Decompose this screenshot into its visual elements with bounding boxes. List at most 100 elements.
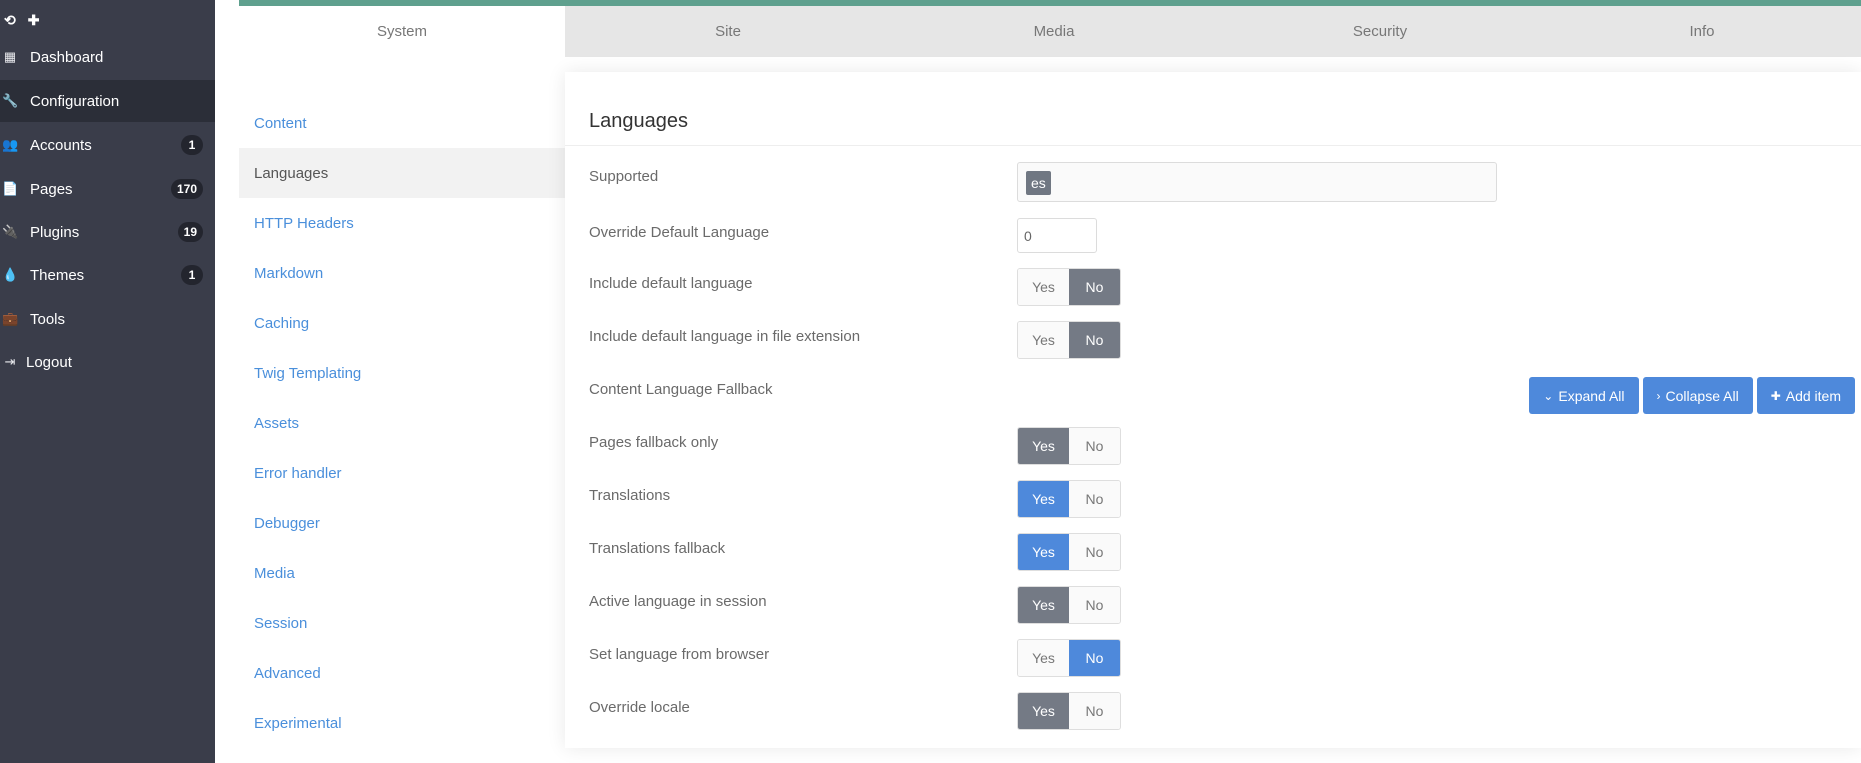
refresh-icon[interactable]: ⟲ <box>4 13 16 27</box>
count-badge: 1 <box>181 135 203 155</box>
sidebar-item-logout[interactable]: ⇥ Logout <box>0 341 215 383</box>
sidebar-item-label: Dashboard <box>30 48 104 66</box>
toggle-no[interactable]: No <box>1069 428 1120 464</box>
section-nav-media[interactable]: Media <box>239 548 565 598</box>
briefcase-icon: 💼 <box>2 311 19 326</box>
toggle-no[interactable]: No <box>1069 640 1120 676</box>
toggle-no[interactable]: No <box>1069 587 1120 623</box>
override-locale-toggle: Yes No <box>1017 692 1121 730</box>
section-nav-advanced[interactable]: Advanced <box>239 648 565 698</box>
sidebar-item-pages[interactable]: 📄 Pages 170 <box>0 168 215 210</box>
toggle-yes[interactable]: Yes <box>1018 534 1069 570</box>
sidebar-item-label: Themes <box>30 266 85 284</box>
sidebar-item-label: Configuration <box>30 92 120 110</box>
plug-icon: 🔌 <box>2 224 19 239</box>
sidebar-item-accounts[interactable]: 👥 Accounts 1 <box>0 124 215 166</box>
section-nav-content[interactable]: Content <box>239 98 565 148</box>
section-nav-error-handler[interactable]: Error handler <box>239 448 565 498</box>
toggle-yes[interactable]: Yes <box>1018 481 1069 517</box>
active-language-in-session-label: Active language in session <box>589 593 767 610</box>
count-badge: 19 <box>177 222 203 242</box>
tab-security[interactable]: Security <box>1217 6 1543 57</box>
toggle-yes[interactable]: Yes <box>1018 428 1069 464</box>
section-nav-experimental[interactable]: Experimental <box>239 698 565 748</box>
section-nav-twig-templating[interactable]: Twig Templating <box>239 348 565 398</box>
add-item-button[interactable]: ✚ Add item <box>1756 377 1855 414</box>
set-language-from-browser-toggle: Yes No <box>1017 639 1121 677</box>
sidebar-item-dashboard[interactable]: ▦ Dashboard <box>0 36 215 78</box>
count-badge: 1 <box>181 265 203 285</box>
pages-fallback-only-toggle: Yes No <box>1017 427 1121 465</box>
divider <box>565 145 1861 146</box>
supported-languages-input[interactable]: es <box>1017 162 1497 202</box>
grid-icon: ▦ <box>3 49 17 64</box>
toggle-no[interactable]: No <box>1069 693 1120 729</box>
tab-media[interactable]: Media <box>891 6 1217 57</box>
content-language-fallback-label: Content Language Fallback <box>589 381 773 398</box>
pages-fallback-only-label: Pages fallback only <box>589 434 719 451</box>
translations-fallback-toggle: Yes No <box>1017 533 1121 571</box>
active-language-in-session-toggle: Yes No <box>1017 586 1121 624</box>
sidebar-item-themes[interactable]: 💧 Themes 1 <box>0 254 215 296</box>
chevron-circle-right-icon: › <box>1656 388 1661 403</box>
sidebar-item-tools[interactable]: 💼 Tools <box>0 298 215 340</box>
section-nav: Content Languages HTTP Headers Markdown … <box>239 0 565 763</box>
sidebar: ⟲ ✚ ▦ Dashboard 🔧 Configuration 👥 Accoun… <box>0 0 215 763</box>
override-locale-label: Override locale <box>589 699 690 716</box>
translations-toggle: Yes No <box>1017 480 1121 518</box>
users-icon: 👥 <box>2 137 19 152</box>
chevron-circle-down-icon: ⌄ <box>1543 388 1554 403</box>
sidebar-item-label: Accounts <box>30 136 92 154</box>
collapse-all-label: Collapse All <box>1665 387 1739 404</box>
toggle-no[interactable]: No <box>1069 481 1120 517</box>
include-default-language-file-extension-label: Include default language in file extensi… <box>589 328 861 345</box>
sidebar-item-label: Pages <box>30 180 73 198</box>
collapse-all-button[interactable]: › Collapse All <box>1642 377 1753 414</box>
toggle-yes[interactable]: Yes <box>1018 587 1069 623</box>
sign-out-icon: ⇥ <box>4 354 16 369</box>
toggle-no[interactable]: No <box>1069 322 1120 358</box>
toggle-no[interactable]: No <box>1069 269 1120 305</box>
sidebar-item-label: Plugins <box>30 223 80 241</box>
droplet-icon: 💧 <box>2 267 19 282</box>
language-tag[interactable]: es <box>1026 171 1051 195</box>
add-item-label: Add item <box>1785 387 1841 404</box>
wrench-icon: 🔧 <box>2 93 19 108</box>
tab-site[interactable]: Site <box>565 6 891 57</box>
section-nav-http-headers[interactable]: HTTP Headers <box>239 198 565 248</box>
toggle-yes[interactable]: Yes <box>1018 640 1069 676</box>
toggle-yes[interactable]: Yes <box>1018 269 1069 305</box>
override-default-language-input[interactable] <box>1017 218 1097 253</box>
plus-icon: ✚ <box>1770 388 1781 403</box>
count-badge: 170 <box>170 179 203 199</box>
expand-all-button[interactable]: ⌄ Expand All <box>1529 377 1639 414</box>
sidebar-top-actions: ⟲ ✚ <box>0 0 215 40</box>
include-default-language-file-extension-toggle: Yes No <box>1017 321 1121 359</box>
page-title: Languages <box>589 110 688 132</box>
sidebar-item-configuration[interactable]: 🔧 Configuration <box>0 80 215 122</box>
supported-label: Supported <box>589 168 659 185</box>
include-default-language-toggle: Yes No <box>1017 268 1121 306</box>
section-nav-markdown[interactable]: Markdown <box>239 248 565 298</box>
section-nav-debugger[interactable]: Debugger <box>239 498 565 548</box>
toggle-no[interactable]: No <box>1069 534 1120 570</box>
sidebar-item-label: Tools <box>30 310 66 328</box>
toggle-yes[interactable]: Yes <box>1018 693 1069 729</box>
toggle-yes[interactable]: Yes <box>1018 322 1069 358</box>
section-nav-languages[interactable]: Languages <box>239 148 565 198</box>
fallback-actions: ⌄ Expand All › Collapse All ✚ Add item <box>1529 377 1855 414</box>
translations-fallback-label: Translations fallback <box>589 540 726 557</box>
section-nav-session[interactable]: Session <box>239 598 565 648</box>
set-language-from-browser-label: Set language from browser <box>589 646 770 663</box>
section-nav-assets[interactable]: Assets <box>239 398 565 448</box>
file-icon: 📄 <box>2 181 19 196</box>
languages-panel: Languages Supported es Override Default … <box>565 72 1861 748</box>
tab-info[interactable]: Info <box>1543 6 1861 57</box>
include-default-language-label: Include default language <box>589 275 753 292</box>
section-nav-caching[interactable]: Caching <box>239 298 565 348</box>
sidebar-item-label: Logout <box>26 353 72 371</box>
sidebar-item-plugins[interactable]: 🔌 Plugins 19 <box>0 211 215 253</box>
translations-label: Translations <box>589 487 671 504</box>
expand-all-label: Expand All <box>1558 387 1625 404</box>
plus-icon[interactable]: ✚ <box>28 13 40 27</box>
